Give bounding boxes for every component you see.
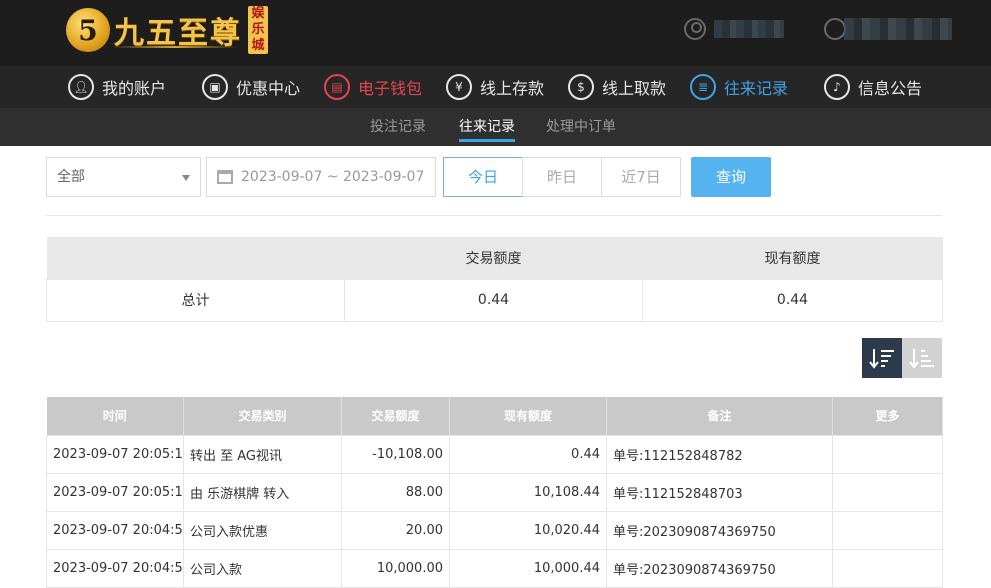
table-row: 2023-09-07 20:05:11 由 乐游棋牌 转入 88.00 10,1…: [46, 472, 943, 512]
cell-type: 由 乐游棋牌 转入: [183, 472, 342, 512]
user-icon: 👤︎: [68, 74, 94, 100]
sub-nav: 投注记录 往来记录 处理中订单: [0, 108, 991, 146]
nav-label: 线上存款: [480, 79, 545, 98]
tab-pending-orders[interactable]: 处理中订单: [546, 108, 616, 146]
summary-header-balance: 现有额度: [642, 237, 943, 279]
gift-icon: ▣: [202, 74, 228, 100]
cell-remark: 单号:112152848703: [606, 472, 833, 512]
search-button[interactable]: 查询: [691, 157, 771, 197]
nav-transaction-records[interactable]: ≣ 往来记录: [690, 66, 788, 108]
balance-icon[interactable]: [824, 18, 846, 40]
col-header-remark: 备注: [606, 397, 833, 435]
col-header-amount: 交易额度: [341, 397, 450, 435]
nav-online-withdraw[interactable]: $ 线上取款: [568, 66, 666, 108]
today-button[interactable]: 今日: [443, 157, 523, 197]
main-nav: 👤︎ 我的账户 ▣ 优惠中心 ▤ 电子钱包 ¥ 线上存款 $ 线上取款 ≣ 往来…: [0, 66, 991, 108]
cell-remark: 单号:2023090874369750: [606, 548, 833, 588]
date-range-picker[interactable]: 2023-09-07 ~ 2023-09-07: [206, 157, 436, 197]
cell-more[interactable]: [832, 548, 943, 588]
summary-label: 总计: [46, 278, 345, 322]
tab-bet-records[interactable]: 投注记录: [370, 108, 426, 146]
cell-more[interactable]: [832, 434, 943, 474]
nav-promotions[interactable]: ▣ 优惠中心: [202, 66, 300, 108]
sort-descending-icon: [869, 349, 894, 369]
top-header: 5 九五至尊 娱 乐 城: [0, 0, 991, 66]
cell-amount: -10,108.00: [341, 434, 450, 474]
last-7-days-button[interactable]: 近7日: [601, 157, 681, 197]
logo-badge-char: 乐: [251, 22, 265, 37]
bell-icon: ♪: [824, 74, 850, 100]
cell-amount: 10,000.00: [341, 548, 450, 588]
deposit-icon: ¥: [446, 74, 472, 100]
records-table: 时间 交易类别 交易额度 现有额度 备注 更多 2023-09-07 20:05…: [46, 397, 943, 588]
nav-label: 电子钱包: [358, 79, 423, 98]
summary-row: 总计 0.44 0.44: [46, 278, 943, 322]
cell-time: 2023-09-07 20:05:11: [46, 472, 184, 512]
logo-ornament: [112, 46, 238, 48]
summary-balance: 0.44: [642, 278, 943, 322]
cell-balance: 10,108.44: [449, 472, 607, 512]
logo-badge-char: 城: [251, 38, 265, 53]
nav-label: 线上取款: [602, 79, 667, 98]
logo-mark: 5: [66, 8, 110, 52]
type-select[interactable]: 全部: [46, 157, 201, 197]
sort-descending-button[interactable]: [862, 338, 902, 378]
type-select-value: 全部: [57, 169, 85, 185]
table-row: 2023-09-07 20:04:58 公司入款优惠 20.00 10,020.…: [46, 510, 943, 550]
tab-transaction-records[interactable]: 往来记录: [459, 108, 515, 146]
summary-header-row: 交易额度 现有额度: [46, 237, 943, 279]
nav-label: 优惠中心: [236, 79, 301, 98]
sort-ascending-icon: [909, 349, 934, 369]
cell-amount: 88.00: [341, 472, 450, 512]
cell-type: 公司入款优惠: [183, 510, 342, 550]
col-header-more: 更多: [832, 397, 943, 435]
nav-label: 我的账户: [102, 79, 167, 98]
balance-redacted: [844, 18, 952, 40]
cell-remark: 单号:2023090874369750: [606, 510, 833, 550]
nav-label: 往来记录: [724, 79, 789, 98]
nav-announcements[interactable]: ♪ 信息公告: [824, 66, 922, 108]
cell-more[interactable]: [832, 472, 943, 512]
cell-time: 2023-09-07 20:05:11: [46, 434, 184, 474]
summary-amount: 0.44: [344, 278, 643, 322]
nav-online-deposit[interactable]: ¥ 线上存款: [446, 66, 544, 108]
calendar-icon: [217, 170, 233, 184]
table-row: 2023-09-07 20:04:58 公司入款 10,000.00 10,00…: [46, 548, 943, 588]
date-range-value: 2023-09-07 ~ 2023-09-07: [241, 169, 425, 185]
cell-type: 转出 至 AG视讯: [183, 434, 342, 474]
records-icon: ≣: [690, 74, 716, 100]
cell-amount: 20.00: [341, 510, 450, 550]
cell-balance: 10,020.44: [449, 510, 607, 550]
col-header-balance: 现有额度: [449, 397, 607, 435]
cell-time: 2023-09-07 20:04:58: [46, 510, 184, 550]
logo-badge-char: 娱: [251, 6, 265, 21]
username-redacted: [714, 20, 784, 38]
summary-header-amount: 交易额度: [344, 237, 643, 279]
summary-header-blank: [46, 237, 345, 279]
nav-my-account[interactable]: 👤︎ 我的账户: [68, 66, 166, 108]
divider: [46, 215, 942, 216]
cell-balance: 10,000.44: [449, 548, 607, 588]
user-area: [684, 18, 952, 40]
yesterday-button[interactable]: 昨日: [522, 157, 602, 197]
sort-ascending-button[interactable]: [902, 338, 942, 378]
table-row: 2023-09-07 20:05:11 转出 至 AG视讯 -10,108.00…: [46, 434, 943, 474]
cell-remark: 单号:112152848782: [606, 434, 833, 474]
user-icon[interactable]: [684, 18, 706, 40]
summary-table: 交易额度 现有额度 总计 0.44 0.44: [46, 237, 943, 322]
col-header-type: 交易类别: [183, 397, 342, 435]
cell-time: 2023-09-07 20:04:58: [46, 548, 184, 588]
withdraw-icon: $: [568, 74, 594, 100]
cell-balance: 0.44: [449, 434, 607, 474]
nav-e-wallet[interactable]: ▤ 电子钱包: [324, 66, 422, 108]
col-header-time: 时间: [46, 397, 184, 435]
chevron-down-icon: [182, 175, 190, 181]
logo-badge: 娱 乐 城: [248, 6, 268, 54]
site-logo[interactable]: 5 九五至尊 娱 乐 城: [66, 4, 268, 56]
records-header-row: 时间 交易类别 交易额度 现有额度 备注 更多: [46, 397, 943, 435]
wallet-icon: ▤: [324, 74, 350, 100]
nav-label: 信息公告: [858, 79, 923, 98]
cell-type: 公司入款: [183, 548, 342, 588]
cell-more[interactable]: [832, 510, 943, 550]
